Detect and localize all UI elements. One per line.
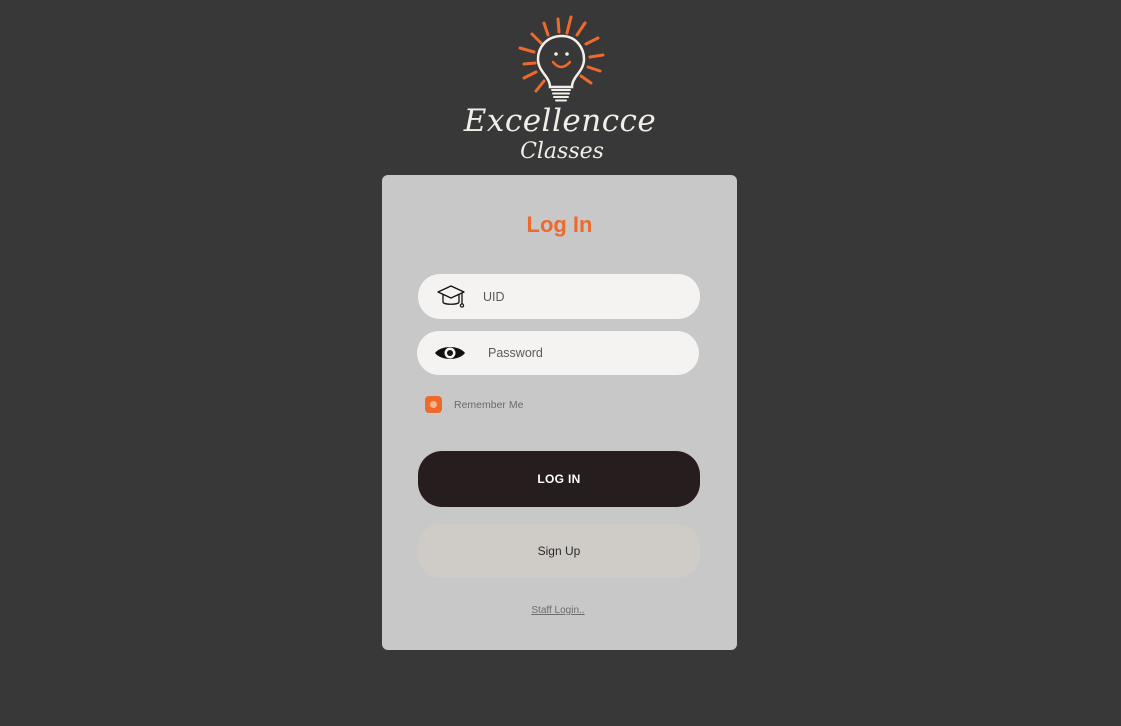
remember-me-checkbox[interactable]: [425, 396, 442, 413]
staff-login-link[interactable]: Staff Login..: [382, 605, 734, 616]
uid-field[interactable]: [418, 274, 700, 319]
remember-me-label: Remember Me: [454, 398, 524, 411]
lightbulb-smile-icon: [518, 15, 605, 102]
uid-input[interactable]: [483, 274, 686, 319]
login-button[interactable]: LOG IN: [418, 451, 700, 507]
brand-title: Excellencce: [463, 103, 657, 139]
page-title: Log In: [526, 212, 593, 237]
remember-me[interactable]: Remember Me: [425, 396, 523, 413]
password-field[interactable]: [417, 331, 699, 375]
signup-button[interactable]: Sign Up: [418, 524, 700, 578]
brand-subtitle: Classes: [520, 139, 604, 164]
brand-logo: Excellencce Classes: [460, 10, 660, 170]
login-page: Excellencce Classes Log In UID Remember …: [0, 0, 1121, 726]
checkbox-dot: [430, 401, 437, 408]
eye-icon[interactable]: [433, 331, 467, 375]
password-input[interactable]: [488, 331, 685, 375]
graduation-cap-icon: [436, 274, 466, 319]
login-card: Log In UID Remember Me LOG IN Sign Up St…: [382, 175, 737, 650]
